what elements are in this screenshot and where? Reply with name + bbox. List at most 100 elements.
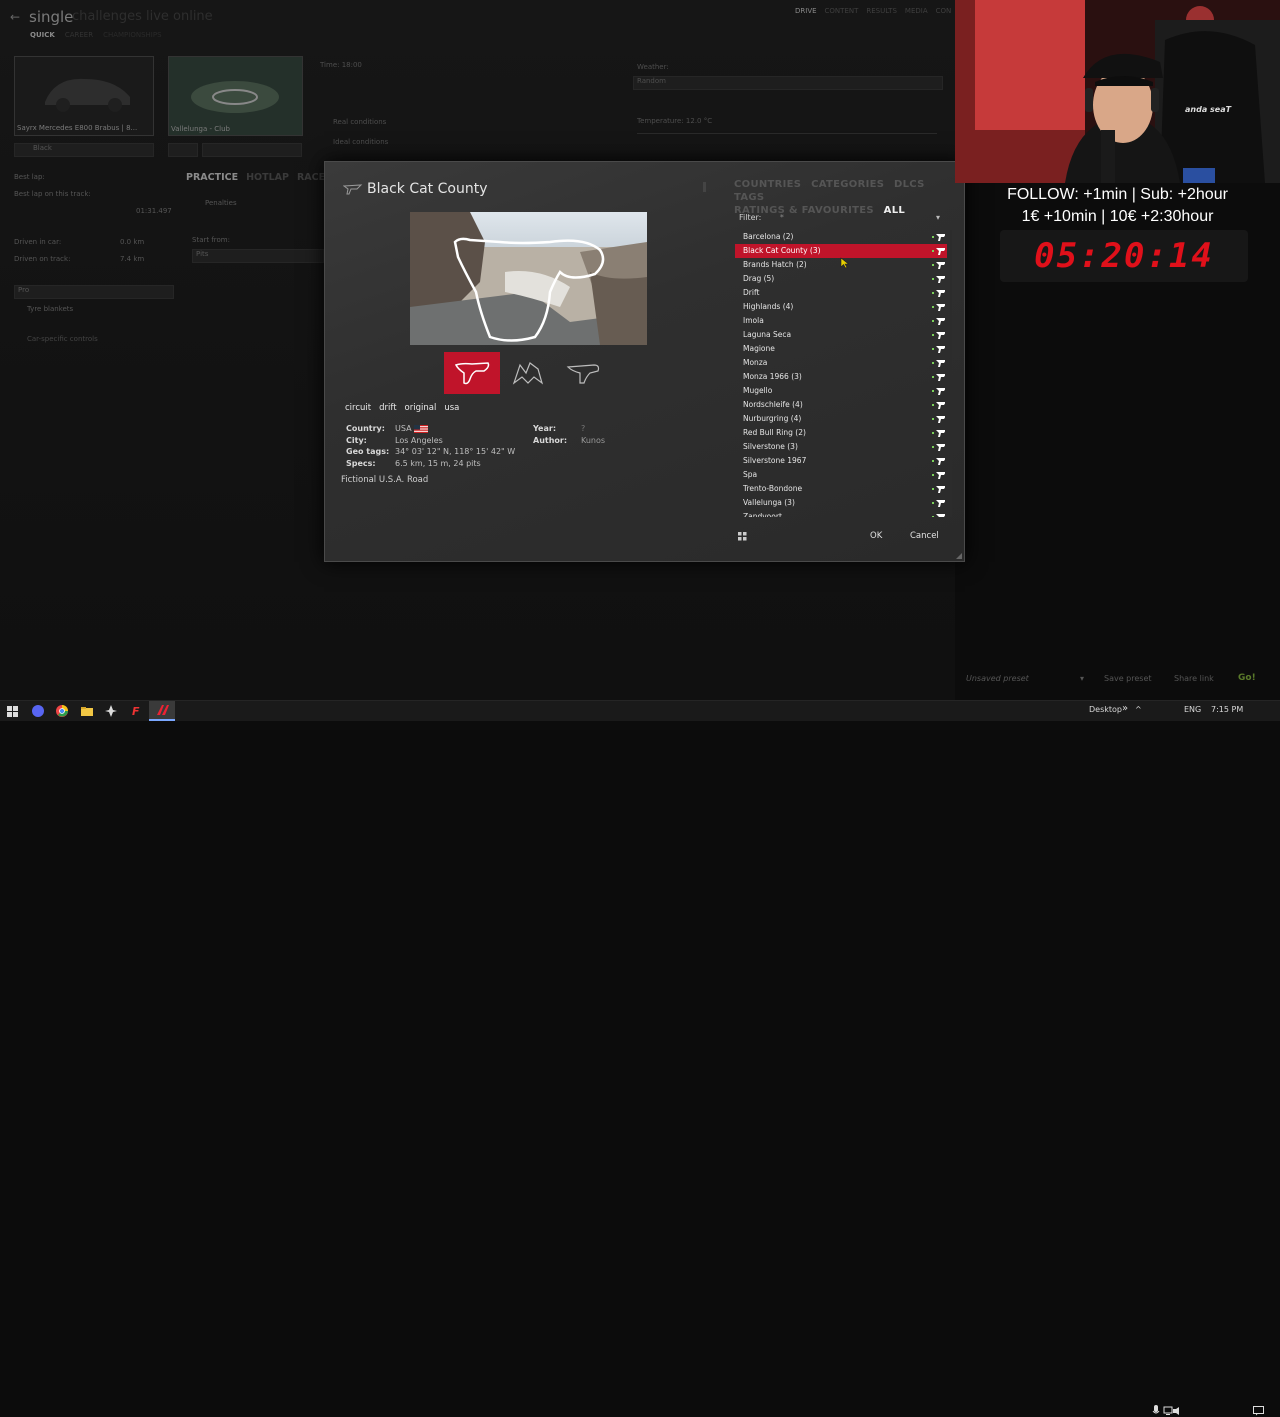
tag-original[interactable]: original [405, 403, 437, 413]
track-list-item[interactable]: Highlands (4) [735, 300, 947, 314]
language-indicator[interactable]: ENG [1184, 705, 1201, 714]
track-list-item[interactable]: Laguna Seca [735, 328, 947, 342]
nav-media[interactable]: MEDIA [905, 7, 928, 15]
track-list-item[interactable]: Imola [735, 314, 947, 328]
cancel-button[interactable]: Cancel [910, 531, 939, 541]
skin-select[interactable]: Black [14, 143, 154, 157]
car-controls-checkbox[interactable]: Car-specific controls [27, 335, 98, 343]
preset-select[interactable]: Unsaved preset [966, 674, 1029, 683]
track-list-item[interactable]: Red Bull Ring (2) [735, 426, 947, 440]
nav-content[interactable]: CONTENT [825, 7, 859, 15]
tab-practice[interactable]: PRACTICE [186, 172, 238, 183]
subnav-championships[interactable]: CHAMPIONSHIPS [103, 31, 161, 39]
track-status-icons [932, 247, 945, 255]
track-list-item[interactable]: Spa [735, 468, 947, 482]
notifications-icon[interactable] [1253, 1406, 1264, 1416]
chrome-icon[interactable] [55, 704, 69, 718]
track-list-item[interactable]: Vallelunga (3) [735, 496, 947, 510]
tab-race[interactable]: RACE [297, 172, 325, 183]
year-label: Year: [533, 424, 557, 433]
penalties-checkbox[interactable]: Penalties [205, 199, 237, 207]
clock[interactable]: 7:15 PM [1211, 705, 1243, 714]
discord-icon[interactable] [31, 704, 45, 718]
tag-drift[interactable]: drift [379, 403, 396, 413]
back-arrow-icon[interactable]: ← [10, 10, 20, 24]
tab-countries[interactable]: COUNTRIES [734, 179, 801, 190]
track-info-labels: Country: City: Geo tags: Specs: [346, 423, 389, 469]
track-list-item[interactable]: Monza [735, 356, 947, 370]
tag-usa[interactable]: usa [444, 403, 459, 413]
tyre-blankets-checkbox[interactable]: Tyre blankets [27, 305, 73, 313]
track-status-icons [932, 499, 945, 507]
file-explorer-icon[interactable] [80, 704, 94, 718]
track-list-item[interactable]: Black Cat County (3) [735, 244, 947, 258]
tray-overflow-icon[interactable]: ^ [1135, 705, 1142, 714]
track-thumbnail[interactable]: Vallelunga - Club [168, 56, 303, 136]
windows-start-icon[interactable] [6, 704, 20, 718]
go-button[interactable]: Go! [1238, 673, 1256, 683]
share-link-button[interactable]: Share link [1174, 674, 1214, 683]
filter-value[interactable]: * [780, 213, 784, 222]
track-list-item[interactable]: Nurburgring (4) [735, 412, 947, 426]
start-from-select[interactable]: Pits [192, 249, 324, 263]
track-list-item[interactable]: Trento-Bondone [735, 482, 947, 496]
assetto-corsa-taskbar-item[interactable] [149, 701, 175, 721]
track-layout-icon [936, 248, 945, 255]
subnav-career[interactable]: CAREER [65, 31, 93, 39]
layout-option-2[interactable] [500, 352, 556, 394]
filter-row[interactable]: Filter: * ▾ [739, 213, 940, 222]
installed-dot-icon [932, 418, 934, 420]
tab-categories[interactable]: CATEGORIES [811, 179, 884, 190]
track-list-item-label: Monza [743, 358, 768, 367]
track-list-item[interactable]: Zandvoort [735, 510, 947, 517]
volume-icon[interactable] [1172, 1406, 1182, 1416]
track-list-item-label: Nordschleife (4) [743, 400, 803, 409]
track-meta-labels: Year: Author: [533, 423, 567, 446]
track-list-item[interactable]: Drift [735, 286, 947, 300]
track-list-item[interactable]: Monza 1966 (3) [735, 370, 947, 384]
resize-grip-icon[interactable] [956, 553, 962, 559]
track-list-item[interactable]: Drag (5) [735, 272, 947, 286]
track-layout-icon [936, 318, 945, 325]
filter-chevron-icon[interactable]: ▾ [936, 213, 940, 222]
assist-preset-select[interactable]: Pro [14, 285, 174, 299]
track-list-item[interactable]: Barcelona (2) [735, 230, 947, 244]
track-list-item[interactable]: Silverstone (3) [735, 440, 947, 454]
car-thumbnail[interactable]: Sayrx Mercedes E800 Brabus | 8... [14, 56, 154, 136]
toolbar-chevron-icon[interactable]: » [1122, 703, 1128, 714]
steam-icon[interactable] [104, 704, 118, 718]
layout-option-3[interactable] [556, 352, 612, 394]
title-scroll-marker [703, 182, 706, 192]
ok-button[interactable]: OK [870, 531, 882, 541]
track-list-item[interactable]: Silverstone 1967 [735, 454, 947, 468]
microphone-icon[interactable] [1152, 1405, 1160, 1417]
layout-option-1[interactable] [444, 352, 500, 394]
tag-circuit[interactable]: circuit [345, 403, 371, 413]
subnav-quick[interactable]: QUICK [30, 31, 55, 39]
game-launcher-icon[interactable]: F [129, 704, 143, 718]
track-layout-select[interactable] [168, 143, 198, 157]
installed-dot-icon [932, 306, 934, 308]
svg-text:F: F [132, 705, 140, 718]
track-list-item[interactable]: Magione [735, 342, 947, 356]
track-list-scrollbar[interactable] [950, 230, 952, 517]
real-conditions-checkbox[interactable]: Real conditions [333, 118, 386, 126]
track-list-item[interactable]: Mugello [735, 384, 947, 398]
grid-view-icon[interactable] [738, 532, 747, 541]
installed-dot-icon [932, 334, 934, 336]
nav-con[interactable]: CON [936, 7, 952, 15]
track-search-field[interactable] [202, 143, 302, 157]
installed-dot-icon [932, 236, 934, 238]
nav-results[interactable]: RESULTS [866, 7, 897, 15]
track-status-icons [932, 415, 945, 423]
ideal-conditions-checkbox[interactable]: Ideal conditions [333, 138, 388, 146]
desktop-toolbar[interactable]: Desktop [1089, 705, 1122, 714]
tab-tags[interactable]: TAGS [734, 192, 764, 203]
track-list-item[interactable]: Nordschleife (4) [735, 398, 947, 412]
tab-hotlap[interactable]: HOTLAP [246, 172, 289, 183]
weather-select[interactable]: Random [633, 76, 943, 90]
nav-drive[interactable]: DRIVE [795, 7, 817, 15]
save-preset-button[interactable]: Save preset [1104, 674, 1152, 683]
tab-dlcs[interactable]: DLCS [894, 179, 925, 190]
temperature-slider[interactable] [637, 133, 937, 134]
